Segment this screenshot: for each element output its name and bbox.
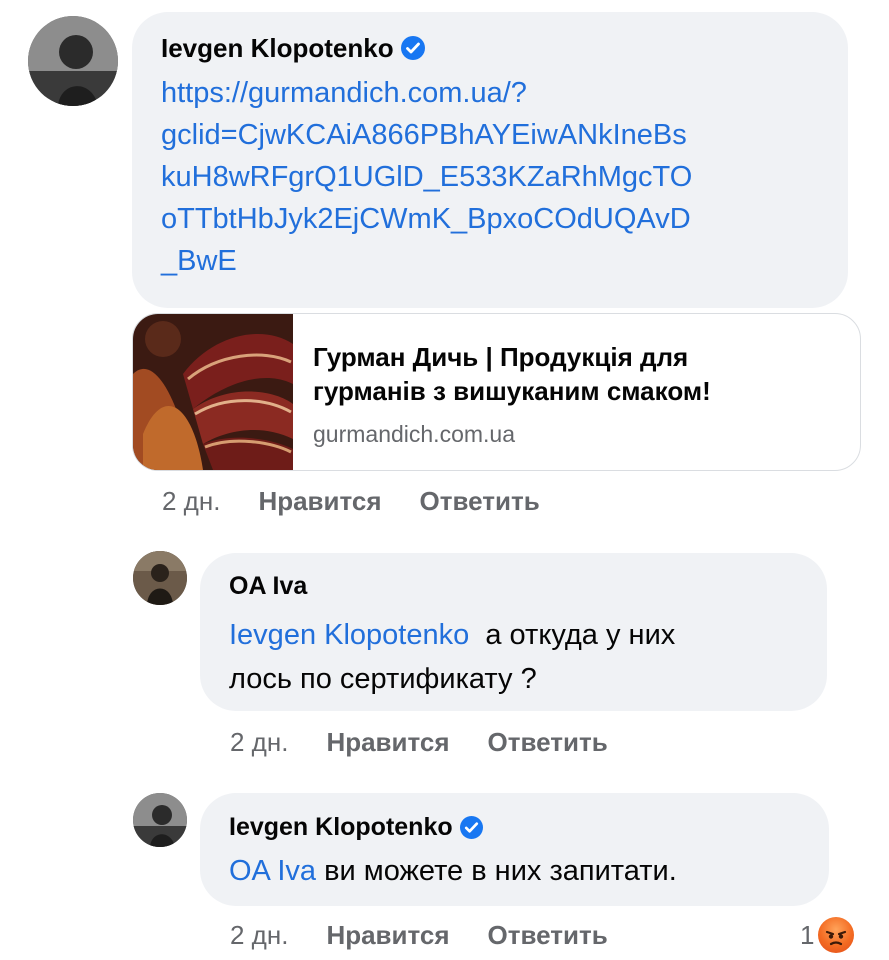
comment-text-part: а откуда у них bbox=[485, 619, 676, 651]
comment-bubble: Ievgen Klopotenko OA Iva ви можете в них… bbox=[200, 793, 829, 906]
mention-link[interactable]: OA Iva bbox=[229, 855, 316, 887]
timestamp[interactable]: 2 дн. bbox=[230, 920, 288, 951]
link-preview-image bbox=[133, 314, 293, 470]
link-preview-domain: gurmandich.com.ua bbox=[313, 421, 515, 447]
comment-actions: 2 дн. Нравится Ответить bbox=[230, 918, 608, 952]
comment-text-part: ви можете в них запитати. bbox=[324, 855, 677, 887]
reply-button[interactable]: Ответить bbox=[488, 920, 608, 951]
comment-text: Ievgen Klopotenko а откуда у них лось по… bbox=[229, 613, 819, 701]
profile-photo bbox=[133, 793, 187, 847]
reaction-summary[interactable]: 1 bbox=[800, 916, 855, 954]
reply-button[interactable]: Ответить bbox=[420, 486, 540, 517]
link-line[interactable]: gclid=CjwKCAiA866PBhAYEiwANkIneBs bbox=[161, 114, 841, 156]
author-name[interactable]: Ievgen Klopotenko bbox=[161, 32, 425, 64]
author-name-link[interactable]: Ievgen Klopotenko bbox=[229, 813, 453, 842]
comment-bubble: Ievgen Klopotenko https://gurmandich.com… bbox=[132, 12, 848, 308]
reaction-count: 1 bbox=[800, 919, 815, 950]
title-line: гурманів з вишуканим смаком! bbox=[313, 376, 711, 406]
timestamp[interactable]: 2 дн. bbox=[162, 486, 220, 517]
comment-text: OA Iva ви можете в них запитати. bbox=[229, 849, 824, 893]
like-button[interactable]: Нравится bbox=[326, 727, 449, 758]
verified-badge-icon bbox=[400, 36, 425, 60]
author-name-link[interactable]: Ievgen Klopotenko bbox=[161, 33, 394, 64]
link-preview-card[interactable]: Гурман Дичь | Продукція для гурманів з в… bbox=[132, 313, 861, 471]
comment-actions: 2 дн. Нравится Ответить bbox=[162, 484, 540, 518]
comment-text-line: лось по сертификату ? bbox=[229, 663, 537, 695]
verified-badge-icon bbox=[459, 815, 483, 839]
comment-bubble: OA Iva Ievgen Klopotenko а откуда у них … bbox=[200, 553, 827, 711]
link-preview-title[interactable]: Гурман Дичь | Продукція для гурманів з в… bbox=[313, 340, 843, 408]
angry-reaction-icon bbox=[818, 917, 855, 953]
link-line[interactable]: _BwE bbox=[161, 240, 841, 282]
link-line[interactable]: kuH8wRFgrQ1UGlD_E533KZaRhMgcTO bbox=[161, 156, 841, 198]
title-line: Гурман Дичь | Продукція для bbox=[313, 342, 689, 372]
like-button[interactable]: Нравится bbox=[258, 486, 381, 517]
author-avatar[interactable] bbox=[28, 16, 118, 106]
comment-link[interactable]: https://gurmandich.com.ua/? gclid=CjwKCA… bbox=[161, 72, 841, 282]
like-button[interactable]: Нравится bbox=[326, 920, 449, 951]
link-line[interactable]: https://gurmandich.com.ua/? bbox=[161, 72, 841, 114]
author-name[interactable]: Ievgen Klopotenko bbox=[229, 812, 483, 842]
author-name[interactable]: OA Iva bbox=[229, 572, 307, 601]
comment-actions: 2 дн. Нравится Ответить bbox=[230, 725, 608, 759]
mention-link[interactable]: Ievgen Klopotenko bbox=[229, 619, 469, 651]
timestamp[interactable]: 2 дн. bbox=[230, 727, 288, 758]
comment-text-line: Ievgen Klopotenko а откуда у них bbox=[229, 613, 819, 657]
author-avatar[interactable] bbox=[133, 793, 187, 847]
author-avatar[interactable] bbox=[133, 551, 187, 605]
profile-photo bbox=[133, 551, 187, 605]
reply-button[interactable]: Ответить bbox=[488, 727, 608, 758]
profile-photo bbox=[28, 16, 118, 106]
link-line[interactable]: oTTbtHbJyk2EjCWmK_BpxoCOdUQAvD bbox=[161, 198, 841, 240]
